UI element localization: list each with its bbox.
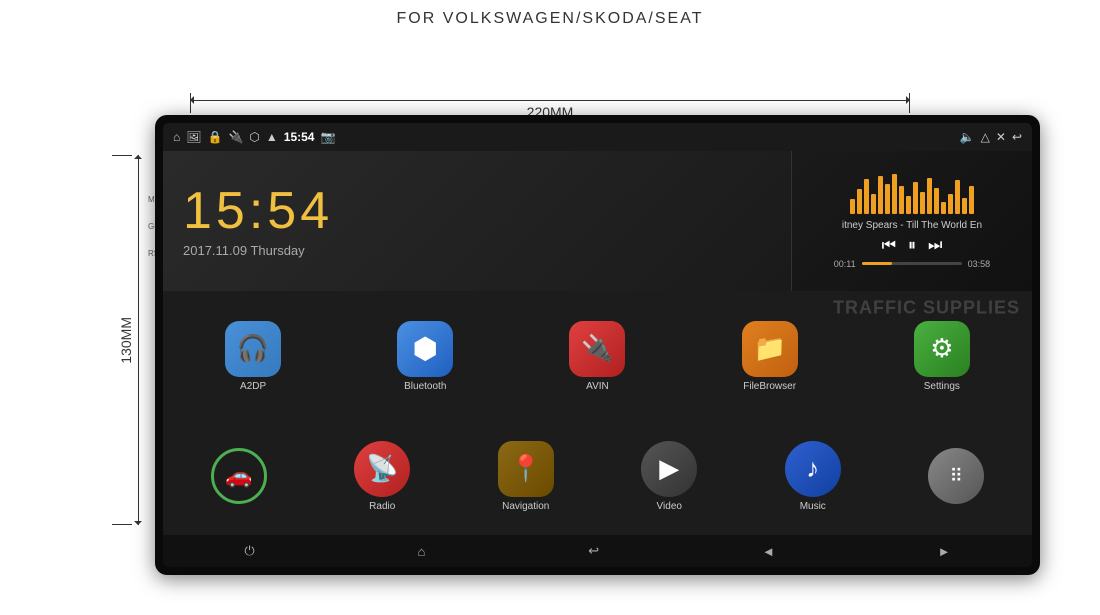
bar-15 <box>948 194 953 214</box>
close-icon[interactable]: ✕ <box>996 130 1006 144</box>
time-current: 00:11 <box>834 259 856 269</box>
music-title: itney Spears - Till The World En <box>842 220 982 231</box>
video-label: Video <box>657 501 682 512</box>
status-right: 🔈 △ ✕ ↩ <box>960 130 1022 144</box>
bar-2 <box>857 189 862 214</box>
bluetooth-status-icon: ⬡ <box>249 130 259 144</box>
prev-button[interactable]: ⏮ <box>882 237 896 255</box>
top-section: 15:54 2017.11.09 Thursday <box>163 151 1032 291</box>
bar-13 <box>934 188 939 214</box>
eject-icon[interactable]: △ <box>981 130 990 144</box>
app-car[interactable]: 🚗 <box>211 448 267 504</box>
settings-icon: ⚙ <box>914 321 970 377</box>
video-icon: ▶ <box>641 441 697 497</box>
screen: ⌂ 🖼 🔒 🔌 ⬡ ▲ 15:54 📷 🔈 △ ✕ ↩ <box>163 123 1032 567</box>
app-radio[interactable]: 📡 Radio <box>354 441 410 512</box>
music-controls: ⏮ ⏸ ⏭ <box>882 237 943 255</box>
wifi-icon: ▲ <box>266 130 278 144</box>
usb-icon: 🔌 <box>228 130 243 144</box>
back-icon[interactable]: ↩ <box>588 543 599 559</box>
bar-17 <box>962 198 967 214</box>
bar-9 <box>906 196 911 214</box>
main-area: 15:54 2017.11.09 Thursday <box>163 151 1032 567</box>
status-time: 15:54 <box>284 130 315 144</box>
bar-4 <box>871 194 876 214</box>
a2dp-icon: 🎧 <box>225 321 281 377</box>
bar-3 <box>864 179 869 214</box>
app-settings[interactable]: ⚙ Settings <box>914 321 970 392</box>
time-total: 03:58 <box>968 259 991 269</box>
bar-10 <box>913 182 918 214</box>
bar-1 <box>850 199 855 214</box>
app-more[interactable]: ⠿ <box>928 448 984 504</box>
music-label: Music <box>800 501 826 512</box>
app-row-1: 🎧 A2DP ⬢ Bluetooth 🔌 AVIN 📁 FileBrowser <box>167 299 1028 413</box>
bar-11 <box>920 192 925 214</box>
power-icon[interactable]: ⏻ <box>244 543 254 559</box>
app-video[interactable]: ▶ Video <box>641 441 697 512</box>
next-button[interactable]: ⏭ <box>928 237 942 255</box>
bluetooth-icon: ⬢ <box>397 321 453 377</box>
music-progress: 00:11 03:58 <box>834 259 990 269</box>
bar-6 <box>885 184 890 214</box>
avin-label: AVIN <box>586 381 609 392</box>
prev-nav-icon[interactable]: ◄ <box>762 544 775 559</box>
android-icon: ↩ <box>1012 130 1022 144</box>
bar-7 <box>892 174 897 214</box>
music-widget: itney Spears - Till The World En ⏮ ⏸ ⏭ 0… <box>792 151 1032 291</box>
filebrowser-icon: 📁 <box>742 321 798 377</box>
status-left: ⌂ 🖼 🔒 🔌 ⬡ ▲ 15:54 📷 <box>173 130 335 144</box>
bar-18 <box>969 186 974 214</box>
app-avin[interactable]: 🔌 AVIN <box>569 321 625 392</box>
device-frame: ⌂ 🖼 🔒 🔌 ⬡ ▲ 15:54 📷 🔈 △ ✕ ↩ <box>155 115 1040 575</box>
bar-12 <box>927 178 932 214</box>
image-icon: 🖼 <box>186 130 201 144</box>
bar-16 <box>955 180 960 214</box>
car-icon: 🚗 <box>211 448 267 504</box>
music-icon: ♪ <box>785 441 841 497</box>
bar-8 <box>899 186 904 214</box>
bluetooth-label: Bluetooth <box>404 381 446 392</box>
clock-widget: 15:54 2017.11.09 Thursday <box>163 151 792 291</box>
app-filebrowser[interactable]: 📁 FileBrowser <box>742 321 798 392</box>
progress-bar <box>862 262 962 265</box>
music-bars <box>850 174 974 214</box>
bar-5 <box>878 176 883 214</box>
app-bluetooth[interactable]: ⬢ Bluetooth <box>397 321 453 392</box>
camera-icon: 📷 <box>320 130 335 144</box>
radio-icon: 📡 <box>354 441 410 497</box>
clock-time: 15:54 <box>183 185 791 237</box>
bar-14 <box>941 202 946 214</box>
app-a2dp[interactable]: 🎧 A2DP <box>225 321 281 392</box>
app-music[interactable]: ♪ Music <box>785 441 841 512</box>
next-nav-icon[interactable]: ► <box>938 544 951 559</box>
volume-icon[interactable]: 🔈 <box>960 130 975 144</box>
nav-label: Navigation <box>502 501 549 512</box>
home-nav-icon[interactable]: ⌂ <box>418 544 426 559</box>
lock-icon: 🔒 <box>207 130 222 144</box>
clock-date: 2017.11.09 Thursday <box>183 243 791 258</box>
home-icon[interactable]: ⌂ <box>173 130 180 144</box>
a2dp-label: A2DP <box>240 381 266 392</box>
app-grid: 🎧 A2DP ⬢ Bluetooth 🔌 AVIN 📁 FileBrowser <box>163 291 1032 535</box>
avin-icon: 🔌 <box>569 321 625 377</box>
nav-icon: 📍 <box>498 441 554 497</box>
bottom-nav: ⏻ ⌂ ↩ ◄ ► <box>163 535 1032 567</box>
app-row-2: 🚗 📡 Radio 📍 Navigation ▶ Video <box>167 419 1028 533</box>
page-title: FOR VOLKSWAGEN/SKODA/SEAT <box>0 0 1100 28</box>
radio-label: Radio <box>369 501 395 512</box>
dim-height: 130MM <box>118 155 139 525</box>
progress-fill <box>862 262 892 265</box>
more-icon: ⠿ <box>928 448 984 504</box>
play-pause-button[interactable]: ⏸ <box>908 237 916 255</box>
status-bar: ⌂ 🖼 🔒 🔌 ⬡ ▲ 15:54 📷 🔈 △ ✕ ↩ <box>163 123 1032 151</box>
settings-label: Settings <box>924 381 960 392</box>
app-navigation[interactable]: 📍 Navigation <box>498 441 554 512</box>
filebrowser-label: FileBrowser <box>743 381 796 392</box>
